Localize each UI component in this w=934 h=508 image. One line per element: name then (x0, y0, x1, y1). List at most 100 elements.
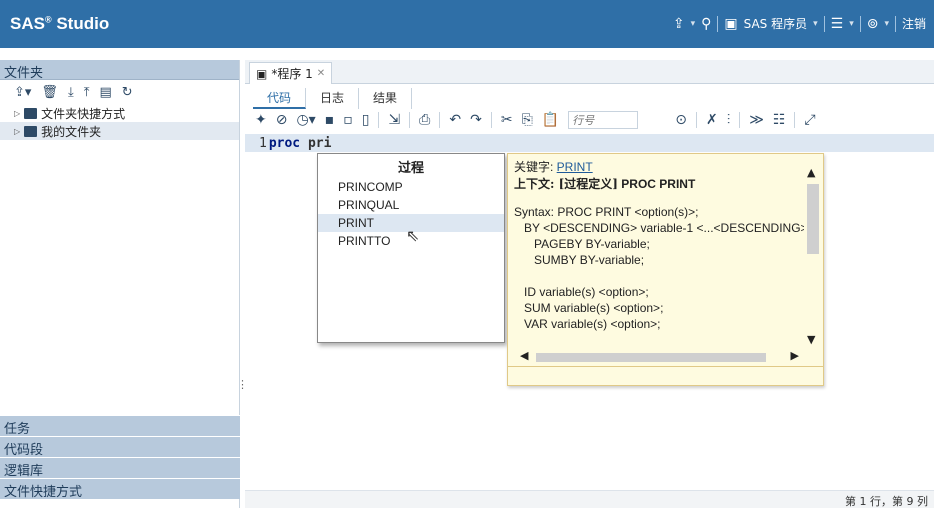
search-icon[interactable]: ⚲ (701, 16, 711, 32)
stop-icon[interactable]: ⊘ (276, 112, 288, 128)
chevron-down-icon[interactable]: ▾ (849, 19, 854, 29)
syntax-help-panel: 关键字: PRINT 上下文: [过程定义] PROC PRINT Syntax… (507, 153, 824, 386)
delete-icon[interactable]: 🗑 (41, 85, 58, 100)
help-icon[interactable]: ⊚ (867, 16, 879, 32)
divider (378, 112, 380, 128)
close-icon[interactable]: ✕ (317, 68, 325, 79)
divider (695, 112, 697, 128)
line-number-input[interactable] (568, 111, 639, 129)
autocomplete-item[interactable]: PRINCOMP (318, 178, 504, 196)
chevron-right-icon[interactable]: ▶ (791, 349, 799, 362)
chevron-down-icon[interactable]: ▾ (884, 19, 889, 29)
document-tabbar: ▣ *程序 1 ✕ (245, 60, 934, 84)
accordion-tasks[interactable]: 任务 (0, 415, 240, 437)
app-header: SAS® Studio ⇪ ▾ ⚲ ▣ SAS 程序员 ▾ ☰ ▾ ⊚ ▾ 注销 (0, 0, 934, 48)
menu-icon[interactable]: ☰ (831, 16, 844, 32)
tab-log[interactable]: 日志 (306, 88, 360, 109)
divider (794, 112, 796, 128)
accordion-file-shortcuts[interactable]: 文件快捷方式 (0, 478, 240, 500)
status-bar: 第 1 行，第 9 列 (245, 490, 934, 508)
code-keyword: proc (268, 135, 301, 151)
program-tab-label: *程序 1 (271, 67, 313, 81)
editor-toolbar: ✦ ⊘ ◷▾ ▪ ▫ ▯ ⇲ ⎙ ↶ ↷ ✂ ⎘ 📋 ⊙ ✗ ⫶ ≫ ☷ ⤢ (245, 108, 934, 132)
clear-icon[interactable]: ✗ (706, 112, 718, 128)
print-icon[interactable]: ⎙ (419, 112, 430, 128)
upload-icon[interactable]: ⤒ (84, 85, 90, 100)
undo-icon[interactable]: ↶ (449, 112, 461, 128)
chevron-up-icon[interactable]: ▲ (807, 166, 815, 179)
autocomplete-popup: 过程 PRINCOMP PRINQUAL PRINT PRINTTO (317, 153, 505, 343)
new-icon[interactable]: ⇪▾ (14, 85, 31, 100)
help-keyword-line: 关键字: PRINT (514, 158, 798, 175)
open-icon[interactable]: ▯ (362, 112, 370, 128)
brand-registered: ® (44, 14, 52, 25)
chevron-down-icon[interactable]: ▾ (813, 19, 818, 29)
program-icon: ▣ (256, 66, 268, 81)
chevron-left-icon[interactable]: ◀ (520, 349, 528, 362)
user-folder-icon (24, 125, 38, 137)
divider (409, 112, 411, 128)
brand-logo: SAS® Studio (10, 14, 109, 34)
goto-icon[interactable]: ⊙ (675, 112, 687, 128)
cut-icon[interactable]: ✂ (501, 112, 513, 128)
divider (439, 112, 441, 128)
help-footer (508, 366, 823, 385)
help-context-bracket: [过程定义] (558, 177, 618, 191)
brand-name: SAS (10, 14, 45, 33)
properties-icon[interactable]: ▤ (99, 85, 111, 100)
folders-header[interactable]: 文件夹 (0, 60, 239, 81)
scrollbar-thumb[interactable] (807, 184, 819, 254)
help-context-line: 上下文: [过程定义] PROC PRINT (514, 175, 798, 192)
user-role-menu[interactable]: SAS 程序员 (744, 15, 807, 32)
divider (717, 15, 719, 32)
expand-icon[interactable]: ▷ (14, 127, 20, 136)
tree-item-folder-shortcuts[interactable]: ▷ 文件夹快捷方式 (0, 104, 239, 122)
code-line[interactable]: 1 proc pri (245, 134, 934, 152)
refresh-icon[interactable]: ↻ (122, 85, 133, 100)
program-tab[interactable]: ▣ *程序 1 ✕ (249, 62, 333, 84)
help-keyword-link[interactable]: PRINT (557, 160, 593, 174)
paste-icon[interactable]: 📋 (542, 112, 559, 128)
vertical-scrollbar[interactable]: ▲ ▼ (807, 166, 819, 346)
signout-link[interactable]: 注销 (902, 15, 926, 32)
help-context-label: 上下文: (514, 177, 559, 191)
view-tabs: 代码 日志 结果 (253, 88, 413, 109)
new-item-icon[interactable]: ⇪ (673, 16, 685, 32)
chevron-down-icon[interactable]: ▼ (807, 333, 815, 346)
download-icon[interactable]: ⤓ (68, 85, 74, 100)
tree-item-label: 我的文件夹 (41, 124, 102, 139)
tree-item-label: 文件夹快捷方式 (41, 106, 126, 121)
chevron-down-icon[interactable]: ▾ (691, 19, 696, 29)
options-icon[interactable]: ☷ (773, 112, 786, 128)
accordion-snippets[interactable]: 代码段 (0, 436, 240, 458)
divider (823, 15, 825, 32)
autocomplete-title: 过程 (397, 161, 424, 176)
divider (859, 15, 861, 32)
copy-icon[interactable]: ⎘ (522, 112, 533, 128)
divider (894, 15, 896, 32)
accordion-libraries[interactable]: 逻辑库 (0, 457, 240, 479)
export-icon[interactable]: ⇲ (388, 112, 400, 128)
code-text: pri (300, 135, 332, 151)
history-icon[interactable]: ◷▾ (296, 112, 315, 128)
line-number: 1 (259, 135, 267, 151)
syntax-help-content: 关键字: PRINT 上下文: [过程定义] PROC PRINT Syntax… (508, 154, 804, 348)
scrollbar-thumb[interactable] (536, 353, 766, 362)
run-icon[interactable]: ✦ (255, 112, 267, 128)
help-syntax-text: Syntax: PROC PRINT <option(s)>; BY <DESC… (514, 205, 804, 331)
horizontal-scrollbar[interactable]: ◀ ▶ (520, 349, 805, 364)
tab-results[interactable]: 结果 (359, 88, 413, 109)
save-icon[interactable]: ▪ (325, 112, 335, 128)
snippet-icon[interactable]: ≫ (749, 112, 764, 128)
mouse-pointer-icon: ⇖ (406, 226, 420, 245)
expand-icon[interactable]: ▷ (14, 109, 20, 118)
tree-item-my-folders[interactable]: ▷ 我的文件夹 (0, 122, 239, 140)
save-as-icon[interactable]: ▫ (343, 112, 353, 128)
divider (490, 112, 492, 128)
format-icon[interactable]: ⫶ (727, 112, 731, 128)
maximize-icon[interactable]: ⤢ (804, 112, 815, 128)
redo-icon[interactable]: ↷ (470, 112, 482, 128)
help-keyword-label: 关键字: (514, 160, 557, 174)
tab-code[interactable]: 代码 (253, 88, 307, 109)
autocomplete-item[interactable]: PRINQUAL (318, 196, 504, 214)
